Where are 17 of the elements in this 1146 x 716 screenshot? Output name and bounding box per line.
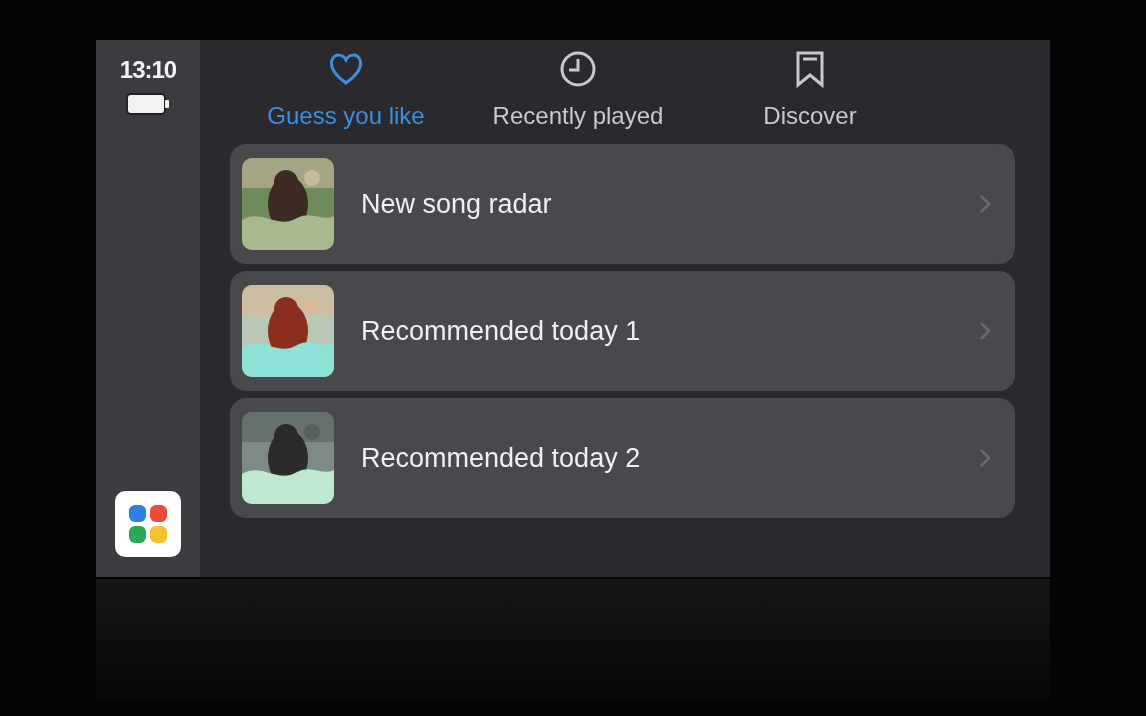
tab[interactable]: Guess you like bbox=[230, 40, 462, 144]
tab[interactable]: Recently played bbox=[462, 40, 694, 144]
app-grid-icon bbox=[128, 504, 168, 544]
playlist-title: Recommended today 2 bbox=[361, 442, 642, 474]
clock-icon bbox=[559, 50, 597, 88]
battery-icon bbox=[125, 92, 171, 116]
clock-time: 13:10 bbox=[119, 56, 177, 84]
app-grid-button[interactable] bbox=[115, 491, 181, 557]
chevron-right-icon bbox=[979, 448, 991, 468]
playlist-title: Recommended today 1 bbox=[361, 315, 642, 347]
chevron-right-icon bbox=[979, 321, 991, 341]
playlist-row[interactable]: New song radar bbox=[230, 144, 1015, 264]
tab[interactable]: Discover bbox=[694, 40, 926, 144]
chevron-right-icon bbox=[979, 194, 991, 214]
playlist-title: New song radar bbox=[361, 188, 553, 220]
playlist-row[interactable]: Recommended today 1 bbox=[230, 271, 1015, 391]
playlist-row[interactable]: Recommended today 2 bbox=[230, 398, 1015, 518]
